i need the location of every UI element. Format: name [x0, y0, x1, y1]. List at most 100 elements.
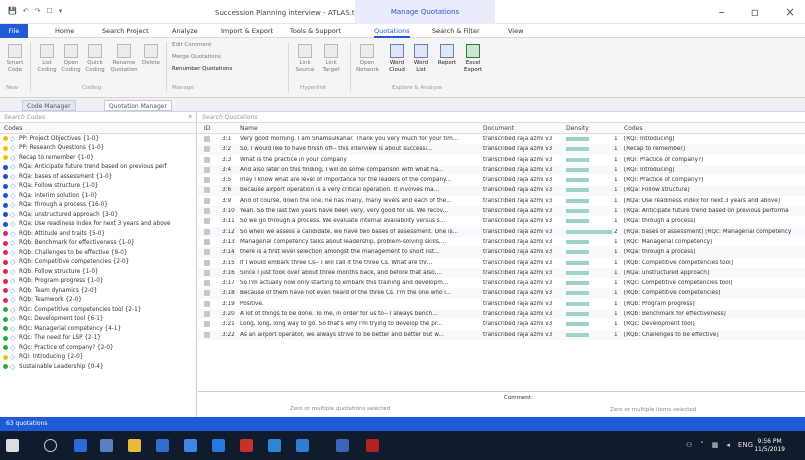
- tab-import-export[interactable]: Import & Export: [221, 27, 273, 35]
- code-item[interactable]: ◇ RQa: Follow structure {1-0}: [0, 182, 196, 192]
- edge-icon[interactable]: [74, 439, 87, 452]
- tab-quotations[interactable]: Quotations: [374, 27, 410, 38]
- col-codes[interactable]: Codes: [624, 125, 643, 132]
- skype-icon[interactable]: [212, 439, 225, 452]
- word-icon[interactable]: [296, 439, 309, 452]
- rename-quotation-button[interactable]: Rename Quotation: [110, 44, 138, 74]
- quotations-search-input[interactable]: Search Quotations: [198, 112, 805, 123]
- tab-code-manager[interactable]: Code Manager: [22, 100, 76, 111]
- merge-quotations-button[interactable]: Merge Quotations: [172, 54, 221, 60]
- code-item[interactable]: ◇ PP: Research Questions {1-0}: [0, 144, 196, 154]
- start-icon[interactable]: [6, 439, 19, 452]
- maximize-button[interactable]: ▫: [751, 5, 759, 19]
- code-item[interactable]: ◇ RQa: bases of assessment {1-0}: [0, 172, 196, 182]
- col-name[interactable]: Name: [240, 125, 258, 132]
- link-target-button[interactable]: Link Target: [320, 44, 342, 74]
- code-item[interactable]: ◇ RQb: Program progress {1-0}: [0, 277, 196, 287]
- store-icon[interactable]: [100, 439, 113, 452]
- tab-home[interactable]: Home: [55, 27, 74, 35]
- table-row[interactable]: 3:21 Long, long, long way to go. So that'…: [198, 319, 805, 329]
- link-source-button[interactable]: Link Source: [294, 44, 316, 74]
- smart-code-button[interactable]: Smart Code: [4, 44, 26, 74]
- volume-icon[interactable]: ◂: [726, 441, 730, 449]
- code-item[interactable]: ◇ RQa: Use readiness index for next 3 yea…: [0, 220, 196, 230]
- tab-search-filter[interactable]: Search & Filter: [432, 27, 480, 35]
- table-row[interactable]: 3:15 If I would embark three Cs-- I will …: [198, 258, 805, 268]
- col-density[interactable]: Density: [566, 125, 589, 132]
- word-list-button[interactable]: Word List: [410, 44, 432, 74]
- table-row[interactable]: 3:5 may I know what are level of importan…: [198, 175, 805, 185]
- table-row[interactable]: 3:4 And also later on this finding, I wil…: [198, 164, 805, 176]
- col-id[interactable]: ID: [204, 125, 210, 132]
- code-item[interactable]: ◇ RQa: through a process {16-0}: [0, 201, 196, 211]
- app-icon[interactable]: [184, 439, 197, 452]
- code-item[interactable]: ◇ RQb: Team dynamics {2-0}: [0, 286, 196, 296]
- network-icon[interactable]: ▦: [712, 441, 719, 449]
- tab-quotation-manager[interactable]: Quotation Manager: [104, 100, 172, 111]
- table-row[interactable]: 3:13 Managerial competency talks about le…: [198, 237, 805, 247]
- outlook-icon[interactable]: [336, 439, 349, 452]
- table-row[interactable]: 3:9 And of course, down the line, he has …: [198, 196, 805, 206]
- table-row[interactable]: 3:10 Yeah. So the last two years have bee…: [198, 206, 805, 217]
- code-item[interactable]: ◇ RQc: Practice of company? {2-0}: [0, 343, 196, 353]
- excel-export-button[interactable]: Excel Export: [462, 44, 484, 74]
- search-icon[interactable]: [44, 439, 57, 452]
- table-row[interactable]: 3:12 So when we assess a candidate, we ha…: [198, 226, 805, 237]
- search-icon[interactable]: ⌕: [189, 113, 192, 121]
- table-row[interactable]: 3:2 So, I would like to have finish off--…: [198, 144, 805, 155]
- list-coding-button[interactable]: List Coding: [36, 44, 58, 74]
- atlasti-icon[interactable]: [366, 439, 379, 452]
- code-item[interactable]: ◇ RQi: Introducing {2-0}: [0, 353, 196, 363]
- codes-search-input[interactable]: Search Codes ⌕: [0, 112, 196, 123]
- language-indicator[interactable]: ENG: [738, 441, 753, 449]
- open-network-button[interactable]: Open Network: [356, 44, 379, 74]
- open-coding-button[interactable]: Open Coding: [60, 44, 82, 74]
- tab-search-project[interactable]: Search Project: [102, 27, 149, 35]
- customize-icon[interactable]: ▾: [59, 7, 63, 15]
- close-button[interactable]: ×: [785, 5, 795, 19]
- undo-icon[interactable]: ↶: [23, 7, 29, 15]
- tab-file[interactable]: File: [0, 24, 28, 38]
- table-row[interactable]: 3:3 What is the practice in your company t…: [198, 155, 805, 165]
- quick-coding-button[interactable]: Quick Coding: [84, 44, 106, 74]
- code-item[interactable]: ◇ PP: Project Objectives {1-0}: [0, 134, 196, 144]
- word-cloud-button[interactable]: Word Cloud: [386, 44, 408, 74]
- code-item[interactable]: ◇ RQb: Challenges to be effective {9-0}: [0, 248, 196, 258]
- code-item[interactable]: ◇ Recap to remember {1-0}: [0, 153, 196, 163]
- new-icon[interactable]: ☐: [46, 7, 52, 15]
- file-explorer-icon[interactable]: [156, 439, 169, 452]
- clock[interactable]: 9:56 PM 11/5/2019: [754, 438, 785, 454]
- code-item[interactable]: ◇ RQa: unstructured approach {3-0}: [0, 210, 196, 220]
- codes-column-header[interactable]: Codes: [0, 123, 196, 134]
- delete-button[interactable]: Delete: [140, 44, 162, 67]
- chevron-up-icon[interactable]: ˄: [700, 441, 704, 449]
- tab-tools-support[interactable]: Tools & Support: [290, 27, 341, 35]
- code-item[interactable]: ◇ RQc: Competitive competencies tool {2-1…: [0, 305, 196, 315]
- redo-icon[interactable]: ↷: [35, 7, 41, 15]
- table-row[interactable]: 3:19 Positive. transcribed raja azmi v3 1 [R…: [198, 299, 805, 309]
- table-row[interactable]: 3:20 A lot of things to be done. To me, i…: [198, 309, 805, 320]
- chrome-icon[interactable]: [128, 439, 141, 452]
- table-row[interactable]: 3:16 Since I just took over about three m…: [198, 267, 805, 279]
- tab-view[interactable]: View: [508, 27, 523, 35]
- code-item[interactable]: ◇ RQa: interim solution {1-0}: [0, 191, 196, 201]
- code-item[interactable]: ◇ RQb: Competitive competencies {2-0}: [0, 258, 196, 268]
- code-item[interactable]: ◇ RQb: Benchmark for effectiveness {1-0}: [0, 239, 196, 249]
- edit-comment-button[interactable]: Edit Comment: [172, 42, 211, 48]
- code-item[interactable]: ◇ RQb: Attitude and traits {5-0}: [0, 229, 196, 239]
- code-item[interactable]: ◇ RQb: Teamwork {2-0}: [0, 296, 196, 306]
- minimize-button[interactable]: –: [719, 5, 725, 19]
- code-item[interactable]: ◇ RQb: Follow structure {1-0}: [0, 267, 196, 277]
- code-item[interactable]: ◇ Sustainable Leadership {0-4}: [0, 362, 196, 372]
- table-row[interactable]: 3:18 Because of them have not even heard …: [198, 288, 805, 299]
- code-item[interactable]: ◇ RQc: Development tool {6-1}: [0, 315, 196, 325]
- table-row[interactable]: 3:17 So I'm actually now only starting to…: [198, 278, 805, 288]
- save-icon[interactable]: 💾: [8, 7, 17, 15]
- code-item[interactable]: ◇ RQc: The need for LSP {2-1}: [0, 334, 196, 344]
- code-item[interactable]: ◇ RQc: Managerial competency {4-1}: [0, 324, 196, 334]
- powerpoint-icon[interactable]: [240, 439, 253, 452]
- people-icon[interactable]: ⚇: [686, 441, 692, 449]
- table-row[interactable]: 3:11 So we go through a process. We evalu…: [198, 216, 805, 226]
- ie-icon[interactable]: [268, 439, 281, 452]
- code-item[interactable]: ◇ RQa: Anticipate future trend based on p…: [0, 163, 196, 173]
